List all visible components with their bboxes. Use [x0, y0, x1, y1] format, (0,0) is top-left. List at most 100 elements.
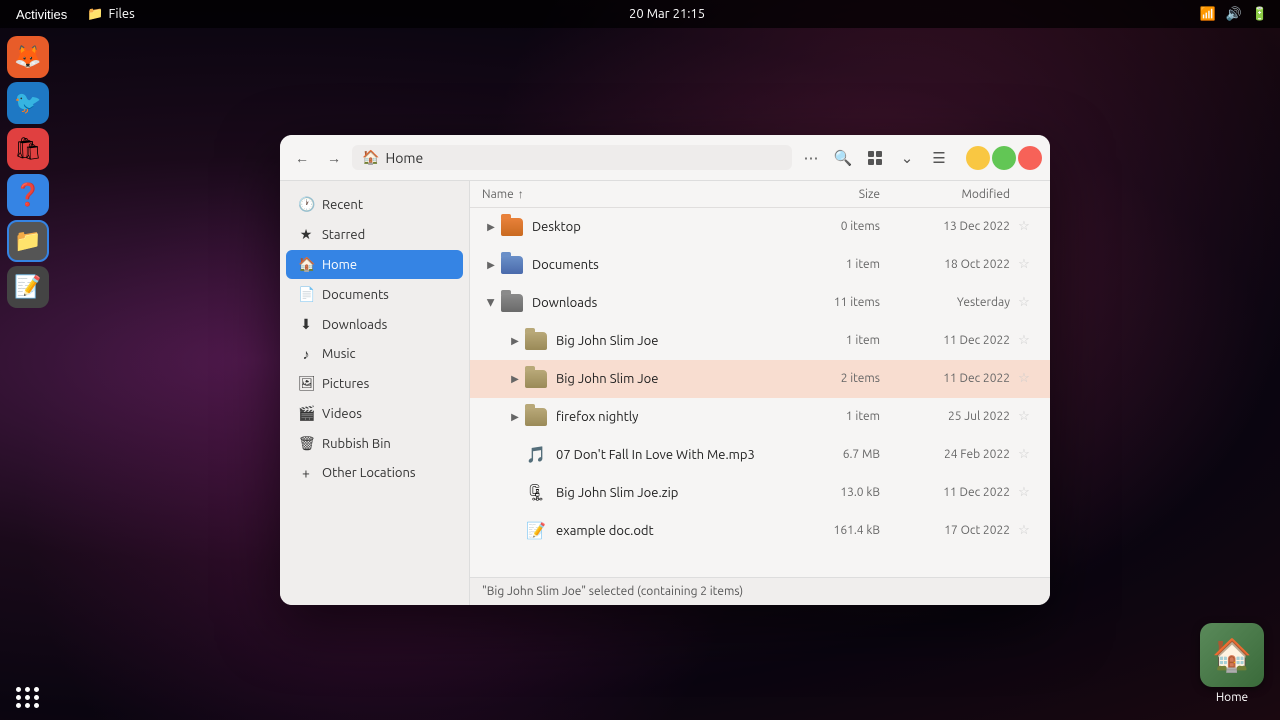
star-button[interactable]: ☆ — [1010, 257, 1038, 272]
app-drawer-button[interactable] — [16, 687, 40, 708]
file-modified: 24 Feb 2022 — [880, 448, 1010, 461]
sidebar-label-starred: Starred — [322, 228, 365, 242]
file-modified: 13 Dec 2022 — [880, 220, 1010, 233]
home-widget[interactable]: 🏠 Home — [1200, 623, 1264, 704]
expand-arrow-documents[interactable]: ▶ — [482, 256, 500, 274]
sidebar-item-starred[interactable]: ★ Starred — [286, 220, 463, 249]
table-row[interactable]: 🎵 07 Don't Fall In Love With Me.mp3 6.7 … — [470, 436, 1050, 474]
status-text: "Big John Slim Joe" selected (containing… — [482, 585, 743, 598]
documents-icon: 📄 — [298, 286, 314, 303]
audio-icon: 🔊 — [1226, 7, 1242, 22]
file-size: 11 items — [790, 296, 880, 309]
dock-item-appstore[interactable]: 🛍 — [7, 128, 49, 170]
recent-icon: 🕐 — [298, 196, 314, 213]
star-button[interactable]: ☆ — [1010, 333, 1038, 348]
location-bar[interactable]: 🏠 Home — [352, 145, 792, 170]
sort-indicator: ↑ — [518, 187, 524, 201]
sidebar-item-rubbish[interactable]: 🗑 Rubbish Bin — [286, 429, 463, 458]
file-modified: 18 Oct 2022 — [880, 258, 1010, 271]
menu-button[interactable]: ⋯ — [796, 143, 826, 173]
activities-button[interactable]: Activities — [12, 7, 71, 22]
sidebar-label-home: Home — [322, 258, 357, 272]
file-name: 07 Don't Fall In Love With Me.mp3 — [556, 448, 790, 462]
location-text: Home — [385, 150, 423, 166]
downloads-icon: ⬇ — [298, 316, 314, 333]
folder-icon — [524, 367, 548, 391]
table-row[interactable]: ▶ Downloads 11 items Yesterday ☆ — [470, 284, 1050, 322]
sidebar-item-downloads[interactable]: ⬇ Downloads — [286, 310, 463, 339]
file-name: firefox nightly — [556, 410, 790, 424]
close-button[interactable]: ✕ — [1018, 146, 1042, 170]
list-view-button[interactable]: ☰ — [924, 143, 954, 173]
view-options-button[interactable]: ⌄ — [892, 143, 922, 173]
topbar-left: Activities 📁 Files — [12, 7, 135, 22]
size-column-header[interactable]: Size — [790, 188, 880, 201]
sidebar-item-home[interactable]: 🏠 Home — [286, 250, 463, 279]
back-button[interactable]: ← — [288, 144, 316, 172]
rubbish-icon: 🗑 — [298, 435, 314, 452]
sidebar-item-music[interactable]: ♪ Music — [286, 340, 463, 368]
sidebar-item-recent[interactable]: 🕐 Recent — [286, 190, 463, 219]
star-button[interactable]: ☆ — [1010, 485, 1038, 500]
table-row[interactable]: 📝 example doc.odt 161.4 kB 17 Oct 2022 ☆ — [470, 512, 1050, 550]
app-indicator: 📁 Files — [87, 7, 134, 22]
file-name: Big John Slim Joe — [556, 334, 790, 348]
sidebar-label-recent: Recent — [322, 198, 363, 212]
star-button[interactable]: ☆ — [1010, 447, 1038, 462]
sidebar-label-videos: Videos — [322, 407, 362, 421]
status-bar: "Big John Slim Joe" selected (containing… — [470, 577, 1050, 605]
table-row[interactable]: ▶ Documents 1 item 18 Oct 2022 ☆ — [470, 246, 1050, 284]
main-content: Name ↑ Size Modified ▶ Desk — [470, 181, 1050, 605]
star-button[interactable]: ☆ — [1010, 523, 1038, 538]
table-row[interactable]: ▶ firefox nightly 1 item 25 Jul 2022 ☆ — [470, 398, 1050, 436]
file-manager-window: ← → 🏠 Home ⋯ 🔍 ⌄ ☰ − □ ✕ — [280, 135, 1050, 605]
sidebar-item-other[interactable]: + Other Locations — [286, 459, 463, 487]
table-row[interactable]: 🗜 Big John Slim Joe.zip 13.0 kB 11 Dec 2… — [470, 474, 1050, 512]
dock-item-help[interactable]: ❓ — [7, 174, 49, 216]
home-widget-icon: 🏠 — [1200, 623, 1264, 687]
expand-arrow-downloads[interactable]: ▶ — [482, 294, 500, 312]
name-column-header[interactable]: Name ↑ — [482, 187, 790, 201]
search-button[interactable]: 🔍 — [828, 143, 858, 173]
file-modified: 11 Dec 2022 — [880, 372, 1010, 385]
file-size: 161.4 kB — [790, 524, 880, 537]
sidebar-item-videos[interactable]: 🎬 Videos — [286, 399, 463, 428]
music-icon: ♪ — [298, 346, 314, 362]
star-button[interactable]: ☆ — [1010, 219, 1038, 234]
star-button[interactable]: ☆ — [1010, 295, 1038, 310]
table-row[interactable]: ▶ Big John Slim Joe 1 item 11 Dec 2022 ☆ — [470, 322, 1050, 360]
pictures-icon: 🖼 — [298, 375, 314, 392]
star-button[interactable]: ☆ — [1010, 371, 1038, 386]
maximize-button[interactable]: □ — [992, 146, 1016, 170]
sidebar-label-downloads: Downloads — [322, 318, 387, 332]
file-name: example doc.odt — [556, 524, 790, 538]
wifi-icon: 📶 — [1199, 7, 1215, 22]
dock-item-thunderbird[interactable]: 🐦 — [7, 82, 49, 124]
sidebar-label-pictures: Pictures — [322, 377, 369, 391]
modified-column-header[interactable]: Modified — [880, 188, 1010, 201]
header-actions: ⋯ 🔍 ⌄ ☰ − □ ✕ — [796, 143, 1042, 173]
home-location-icon: 🏠 — [362, 149, 379, 166]
expand-arrow-bjsj2[interactable]: ▶ — [506, 370, 524, 388]
sidebar: 🕐 Recent ★ Starred 🏠 Home 📄 Documents ⬇ … — [280, 181, 470, 605]
expand-arrow-bjsj1[interactable]: ▶ — [506, 332, 524, 350]
file-modified: 17 Oct 2022 — [880, 524, 1010, 537]
sidebar-item-pictures[interactable]: 🖼 Pictures — [286, 369, 463, 398]
sidebar-item-documents[interactable]: 📄 Documents — [286, 280, 463, 309]
star-button[interactable]: ☆ — [1010, 409, 1038, 424]
folder-icon — [500, 291, 524, 315]
table-row[interactable]: ▶ Desktop 0 items 13 Dec 2022 ☆ — [470, 208, 1050, 246]
forward-button[interactable]: → — [320, 144, 348, 172]
table-row[interactable]: ▶ Big John Slim Joe 2 items 11 Dec 2022 … — [470, 360, 1050, 398]
dock-item-files[interactable]: 📁 — [7, 220, 49, 262]
minimize-button[interactable]: − — [966, 146, 990, 170]
grid-view-button[interactable] — [860, 143, 890, 173]
app-name: Files — [108, 7, 134, 21]
column-headers: Name ↑ Size Modified — [470, 181, 1050, 208]
expand-arrow-firefox[interactable]: ▶ — [506, 408, 524, 426]
expand-arrow-desktop[interactable]: ▶ — [482, 218, 500, 236]
window-header: ← → 🏠 Home ⋯ 🔍 ⌄ ☰ − □ ✕ — [280, 135, 1050, 181]
dock-item-firefox[interactable]: 🦊 — [7, 36, 49, 78]
dock-item-notes[interactable]: 📝 — [7, 266, 49, 308]
folder-icon — [500, 215, 524, 239]
